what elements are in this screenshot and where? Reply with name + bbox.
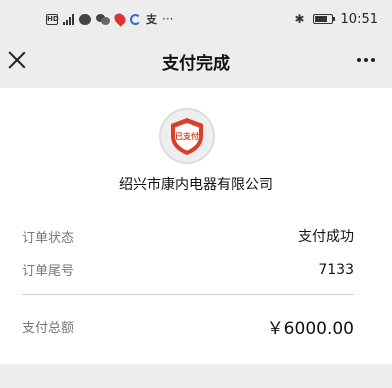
nav-bar: 支付完成 bbox=[0, 38, 392, 84]
status-icons-left: HD 支 ··· bbox=[46, 11, 173, 27]
page-title: 支付完成 bbox=[162, 53, 230, 74]
close-icon[interactable] bbox=[3, 46, 31, 74]
order-suffix-row: 订单尾号 7133 bbox=[22, 260, 354, 280]
status-icons-right: ✱ 10:51 bbox=[294, 12, 378, 27]
more-notifications-icon: ··· bbox=[162, 12, 174, 26]
divider bbox=[22, 294, 354, 295]
total-amount-value: ￥6000.00 bbox=[266, 319, 354, 339]
battery-icon bbox=[312, 14, 335, 24]
total-amount-label: 支付总额 bbox=[22, 321, 75, 336]
wechat-icon bbox=[96, 13, 110, 25]
order-suffix-value: 7133 bbox=[318, 261, 354, 278]
order-status-row: 订单状态 支付成功 bbox=[22, 226, 354, 246]
svg-text:已支付: 已支付 bbox=[175, 131, 199, 141]
order-status-value: 支付成功 bbox=[298, 229, 354, 245]
bluetooth-icon: ✱ bbox=[294, 12, 305, 26]
sync-icon bbox=[130, 13, 141, 25]
merchant-logo: 已支付 bbox=[159, 108, 215, 164]
message-icon bbox=[79, 13, 91, 25]
more-options-icon[interactable] bbox=[352, 48, 380, 72]
paid-shield-icon: 已支付 bbox=[171, 118, 203, 155]
hd-icon: HD bbox=[46, 13, 59, 25]
total-amount-row: 支付总额 ￥6000.00 bbox=[22, 314, 354, 339]
location-pin-icon bbox=[112, 11, 128, 27]
payment-card: 已支付 绍兴市康内电器有限公司 订单状态 支付成功 订单尾号 7133 支付总额… bbox=[0, 88, 392, 364]
signal-icon bbox=[63, 13, 74, 25]
status-bar: HD 支 ··· ✱ 10:51 bbox=[0, 0, 392, 38]
status-time: 10:51 bbox=[340, 11, 378, 27]
order-status-label: 订单状态 bbox=[22, 230, 75, 246]
order-suffix-label: 订单尾号 bbox=[22, 264, 75, 279]
alipay-icon: 支 bbox=[146, 13, 157, 26]
merchant-name: 绍兴市康内电器有限公司 bbox=[119, 177, 273, 193]
